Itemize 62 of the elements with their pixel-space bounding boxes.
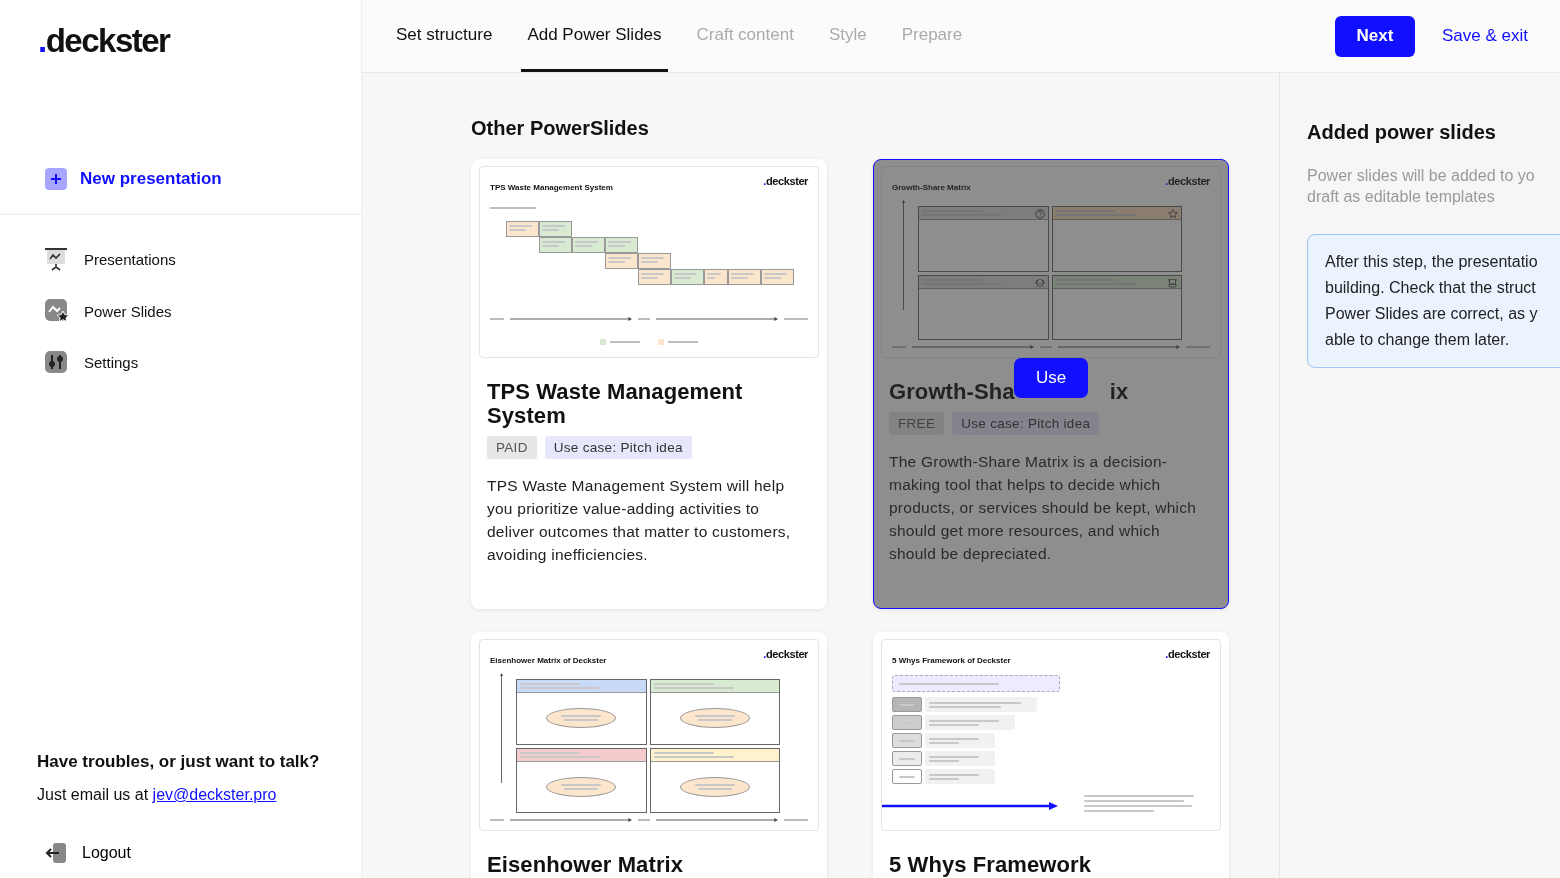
deckster-logo: .deckster (38, 22, 170, 60)
sidebar-nav-item[interactable]: Settings (45, 351, 139, 373)
card-description: The Growth-Share Matrix is a decision-making tool that helps to decide which products, or services should be kept, which should get more resources, and which should be depreciated. (889, 452, 1198, 564)
text-lines (490, 818, 504, 822)
presentation-board-icon (45, 247, 67, 271)
answer-box (925, 733, 995, 748)
logout-icon (45, 842, 67, 864)
slide-card[interactable]: Eisenhower Matrix of Deckster .deckster Eisenhower Matrix (471, 632, 827, 878)
text-lines (610, 340, 640, 344)
why-box (892, 697, 922, 712)
brand-logo: .deckster (1165, 648, 1210, 660)
next-button[interactable]: Next (1335, 15, 1415, 57)
text-lines (490, 317, 504, 321)
card-title: ix (1109, 380, 1129, 404)
help-text: Just email us at jev@deckster.pro (37, 786, 278, 804)
slide-card[interactable]: 5 Whys Framework of Deckster .deckster 5 Whys Framework (873, 632, 1229, 878)
save-exit-link[interactable]: Save & exit (1436, 25, 1534, 47)
slide-title: Eisenhower Matrix of Deckster (490, 656, 607, 665)
slide-title: 5 Whys Framework of Deckster (892, 656, 1011, 665)
use-case-tag: Use case: Pitch idea (544, 436, 692, 459)
answer-box (925, 769, 995, 784)
slide-card[interactable] (471, 159, 827, 609)
why-box (892, 715, 922, 730)
slide-title: TPS Waste Management System (490, 183, 613, 192)
plus-icon (45, 168, 67, 190)
section-heading: Other PowerSlides (471, 117, 650, 140)
use-case-tag: Use case: Pitch idea (952, 412, 1100, 435)
question-icon (1034, 209, 1045, 219)
help-heading: Have troubles, or just want to talk? (37, 752, 321, 772)
price-tag: PAID (487, 436, 537, 459)
text-lines (490, 206, 536, 210)
text-lines (784, 818, 808, 822)
text-lines (638, 317, 650, 321)
settings-icon (45, 351, 67, 373)
panel-note: Power slides will be added to yo draft as editable templates (1307, 166, 1536, 207)
logout-button[interactable]: Logout (45, 842, 131, 864)
why-box (892, 769, 922, 784)
text-lines (638, 818, 650, 822)
brand-logo: .deckster (763, 175, 808, 187)
brand-logo: .deckster (1165, 175, 1210, 187)
card-title: Growth-Sha (889, 380, 1015, 404)
step-tab[interactable]: Set structure (390, 0, 499, 72)
card-title: 5 Whys Framework (889, 853, 1092, 877)
why-box (892, 751, 922, 766)
new-presentation-button[interactable]: New presentation (45, 168, 222, 190)
brand-logo: .deckster (763, 648, 808, 660)
email-link[interactable]: jev@deckster.pro (152, 786, 277, 803)
sidebar-nav-item[interactable]: Presentations (45, 247, 176, 271)
price-tag: FREE (889, 412, 945, 435)
card-description: TPS Waste Management System will help you prioritize value-adding activities to deliver outcomes that matter to customers, avoiding inefficiencies. (487, 476, 792, 565)
info-box: After this step, the presentatio building. Check that the struct Power Slides are correct, as y able to change them later. (1307, 234, 1560, 368)
panel-heading: Added power slides (1307, 121, 1497, 144)
sidebar-nav-item[interactable]: Power Slides (45, 299, 172, 323)
text-lines (668, 340, 698, 344)
text-lines (784, 317, 808, 321)
slide-title: Growth-Share Matrix (892, 183, 971, 192)
star-icon (1168, 209, 1178, 219)
why-box (892, 733, 922, 748)
answer-box (925, 751, 995, 766)
card-title: TPS Waste Management System (487, 380, 744, 428)
use-button[interactable]: Use (1014, 358, 1088, 398)
card-title: Eisenhower Matrix (487, 853, 684, 877)
